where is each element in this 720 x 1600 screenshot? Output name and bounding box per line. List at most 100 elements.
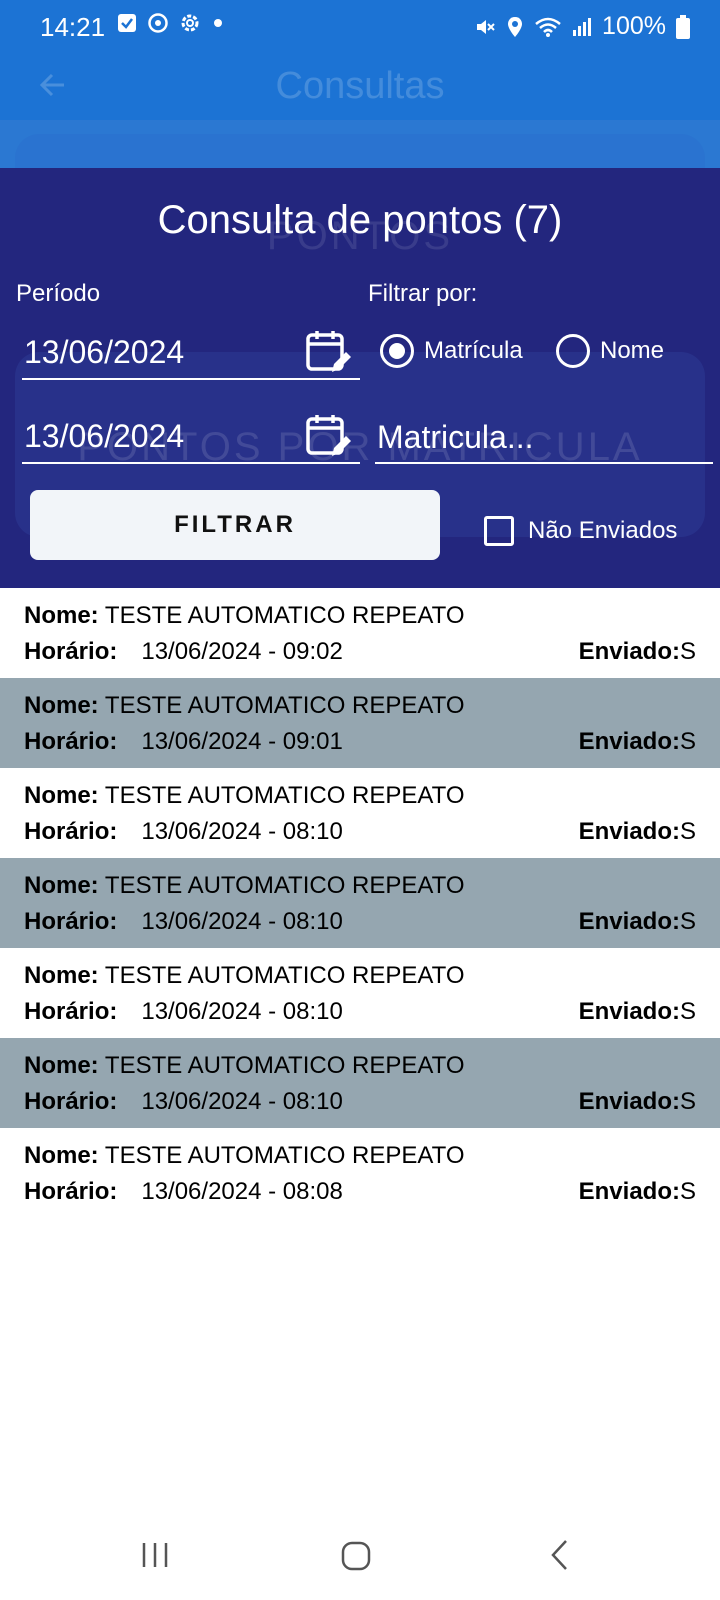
end-date-value[interactable]: 13/06/2024 <box>24 418 184 455</box>
item-sent: Enviado:S <box>579 998 696 1026</box>
item-name: Nome: TESTE AUTOMATICO REPEATO <box>24 602 465 630</box>
settings-notification-icon <box>181 14 199 32</box>
filter-button[interactable]: FILTRAR <box>30 490 440 560</box>
calendar-edit-icon[interactable] <box>304 412 352 460</box>
checkbox-notification-icon <box>118 14 136 32</box>
item-time: Horário: 13/06/2024 - 08:10 <box>24 818 343 846</box>
radio-matricula[interactable]: Matrícula <box>380 334 523 368</box>
radio-checked-icon[interactable] <box>380 334 414 368</box>
sent-label: Enviado: <box>578 1088 680 1115</box>
item-time: Horário: 13/06/2024 - 08:10 <box>24 1088 343 1116</box>
name-value: TESTE AUTOMATICO REPEATO <box>104 962 465 989</box>
back-icon[interactable] <box>548 1538 572 1572</box>
item-name: Nome: TESTE AUTOMATICO REPEATO <box>24 692 465 720</box>
matricula-search-field[interactable] <box>375 410 713 464</box>
status-bar: 14:21 100% <box>0 0 720 55</box>
item-time: Horário: 13/06/2024 - 09:02 <box>24 638 343 666</box>
start-date-field[interactable]: 13/06/2024 <box>22 326 360 380</box>
time-label: Horário: <box>24 908 118 935</box>
sync-notification-icon <box>148 13 168 33</box>
radio-unchecked-icon[interactable] <box>556 334 590 368</box>
periodo-label: Período <box>16 280 101 307</box>
time-value: 13/06/2024 - 08:10 <box>141 818 343 845</box>
sent-label: Enviado: <box>578 998 680 1025</box>
sent-value: S <box>679 1178 696 1205</box>
time-label: Horário: <box>24 818 118 845</box>
time-value: 13/06/2024 - 08:10 <box>141 908 343 935</box>
radio-matricula-label: Matrícula <box>424 337 523 364</box>
radio-nome-label: Nome <box>600 337 665 364</box>
end-date-field[interactable]: 13/06/2024 <box>22 410 360 464</box>
item-sent: Enviado:S <box>579 728 696 756</box>
checkbox-icon[interactable] <box>484 516 514 546</box>
item-time: Horário: 13/06/2024 - 09:01 <box>24 728 343 756</box>
item-sent: Enviado:S <box>579 818 696 846</box>
time-value: 13/06/2024 - 09:02 <box>141 638 343 665</box>
sent-value: S <box>679 908 696 935</box>
item-name: Nome: TESTE AUTOMATICO REPEATO <box>24 962 465 990</box>
time-label: Horário: <box>24 1178 118 1205</box>
item-sent: Enviado:S <box>579 1088 696 1116</box>
matricula-search-input[interactable] <box>375 416 709 458</box>
name-value: TESTE AUTOMATICO REPEATO <box>104 1142 465 1169</box>
time-value: 13/06/2024 - 09:01 <box>141 728 343 755</box>
dialog-title: Consulta de pontos (7) <box>157 198 563 242</box>
name-value: TESTE AUTOMATICO REPEATO <box>104 1052 465 1079</box>
list-item[interactable]: Nome: TESTE AUTOMATICO REPEATO Horário: 1… <box>0 948 720 1038</box>
item-name: Nome: TESTE AUTOMATICO REPEATO <box>24 1142 465 1170</box>
mute-icon <box>477 19 495 34</box>
item-sent: Enviado:S <box>579 1178 696 1206</box>
item-name: Nome: TESTE AUTOMATICO REPEATO <box>24 782 465 810</box>
name-label: Nome: <box>24 602 99 629</box>
sent-value: S <box>679 1088 696 1115</box>
time-value: 13/06/2024 - 08:08 <box>141 1178 343 1205</box>
list-item[interactable]: Nome: TESTE AUTOMATICO REPEATO Horário: 1… <box>0 768 720 858</box>
item-sent: Enviado:S <box>579 638 696 666</box>
name-label: Nome: <box>24 962 99 989</box>
recent-apps-icon[interactable] <box>140 1540 170 1570</box>
wifi-icon <box>535 17 561 37</box>
signal-icon <box>573 17 592 36</box>
time-label: Horário: <box>24 998 118 1025</box>
start-date-value[interactable]: 13/06/2024 <box>24 334 184 371</box>
list-item[interactable]: Nome: TESTE AUTOMATICO REPEATO Horário: 1… <box>0 1038 720 1128</box>
list-item[interactable]: Nome: TESTE AUTOMATICO REPEATO Horário: 1… <box>0 588 720 678</box>
list-item[interactable]: Nome: TESTE AUTOMATICO REPEATO Horário: 1… <box>0 678 720 768</box>
sent-label: Enviado: <box>578 818 680 845</box>
name-value: TESTE AUTOMATICO REPEATO <box>104 872 465 899</box>
name-value: TESTE AUTOMATICO REPEATO <box>104 782 465 809</box>
time-label: Horário: <box>24 728 118 755</box>
list-item[interactable]: Nome: TESTE AUTOMATICO REPEATO Horário: 1… <box>0 1128 720 1218</box>
item-name: Nome: TESTE AUTOMATICO REPEATO <box>24 872 465 900</box>
sent-label: Enviado: <box>578 908 680 935</box>
name-label: Nome: <box>24 872 99 899</box>
item-time: Horário: 13/06/2024 - 08:10 <box>24 908 343 936</box>
filtrar-por-label: Filtrar por: <box>368 280 478 307</box>
name-label: Nome: <box>24 782 99 809</box>
radio-nome[interactable]: Nome <box>556 334 664 368</box>
calendar-edit-icon[interactable] <box>304 328 352 376</box>
system-navigation-bar <box>0 1520 720 1600</box>
time-label: Horário: <box>24 1088 118 1115</box>
sent-value: S <box>679 998 696 1025</box>
home-icon[interactable] <box>340 1540 372 1572</box>
status-system-icons: 100% <box>474 12 690 41</box>
sent-label: Enviado: <box>578 638 680 665</box>
nao-enviados-label: Não Enviados <box>528 517 678 544</box>
app-bar: Consultas <box>0 55 720 120</box>
name-label: Nome: <box>24 692 99 719</box>
name-value: TESTE AUTOMATICO REPEATO <box>104 602 465 629</box>
time-value: 13/06/2024 - 08:10 <box>141 1088 343 1115</box>
sent-value: S <box>679 728 696 755</box>
sent-value: S <box>679 818 696 845</box>
sent-label: Enviado: <box>578 728 680 755</box>
name-label: Nome: <box>24 1052 99 1079</box>
item-sent: Enviado:S <box>579 908 696 936</box>
nao-enviados-checkbox[interactable]: Não Enviados <box>484 516 677 546</box>
dot-notification-icon <box>214 19 222 27</box>
time-label: Horário: <box>24 638 118 665</box>
sent-label: Enviado: <box>578 1178 680 1205</box>
list-item[interactable]: Nome: TESTE AUTOMATICO REPEATO Horário: 1… <box>0 858 720 948</box>
name-value: TESTE AUTOMATICO REPEATO <box>104 692 465 719</box>
battery-percent: 100% <box>602 12 666 40</box>
